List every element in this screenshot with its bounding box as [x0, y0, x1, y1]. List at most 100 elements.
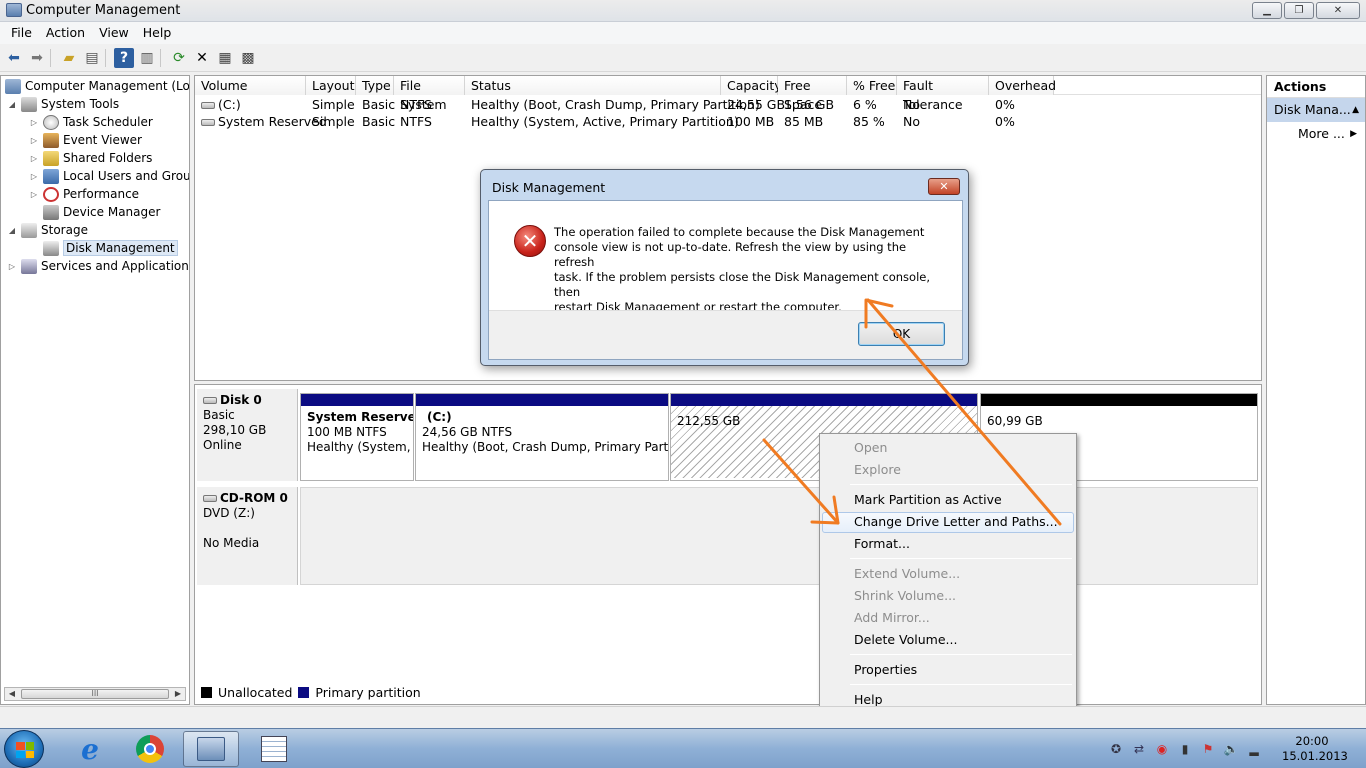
minimize-button[interactable]: ▁ — [1252, 2, 1282, 19]
tree-item-device-manager[interactable]: Device Manager — [43, 203, 160, 221]
maximize-button[interactable]: ❐ — [1284, 2, 1314, 19]
collapse-arrow-icon[interactable]: ◢ — [7, 100, 17, 109]
clock-date: 15.01.2013 — [1282, 749, 1348, 763]
properties-icon[interactable]: ▦ — [215, 48, 235, 68]
menu-mark-active[interactable]: Mark Partition as Active — [854, 492, 1002, 507]
tree-item-shared-folders[interactable]: ▷ Shared Folders — [29, 149, 152, 167]
tree-item-storage[interactable]: ◢ Storage — [7, 221, 88, 239]
expand-arrow-icon[interactable]: ▷ — [29, 190, 39, 199]
collapse-arrow-icon[interactable]: ◢ — [7, 226, 17, 235]
column-free-space[interactable]: Free Space — [778, 76, 847, 112]
menu-open[interactable]: Open — [854, 440, 887, 455]
menu-delete-volume[interactable]: Delete Volume... — [854, 632, 957, 647]
column-percent-free[interactable]: % Free — [847, 76, 897, 95]
record-icon[interactable]: ◉ — [1154, 741, 1170, 757]
menu-change-drive-letter[interactable]: Change Drive Letter and Paths... — [854, 514, 1058, 529]
menu-extend-volume[interactable]: Extend Volume... — [854, 566, 960, 581]
taskbar-internet-explorer[interactable]: e — [62, 731, 118, 767]
taskbar: e ✪ ⇄ ◉ ▮ ⚑ 🔈 ▂ 20:00 15.01.2013 — [0, 728, 1366, 768]
menu-format[interactable]: Format... — [854, 536, 910, 551]
battery-icon[interactable]: ▮ — [1177, 741, 1193, 757]
tree-item-computer-management[interactable]: Computer Management (Local — [5, 77, 189, 95]
menu-separator — [850, 484, 1072, 485]
menu-explore[interactable]: Explore — [854, 462, 901, 477]
column-type[interactable]: Type — [356, 76, 394, 95]
disk-0-label[interactable]: Disk 0 Basic 298,10 GB Online — [197, 389, 298, 481]
help-icon[interactable]: ? — [114, 47, 134, 68]
free-space-cell: 1,56 GB — [784, 97, 835, 112]
clock-time: 20:00 — [1295, 734, 1329, 748]
tree-item-services-applications[interactable]: ▷ Services and Applications — [7, 257, 189, 275]
taskbar-chrome[interactable] — [122, 731, 178, 767]
column-file-system[interactable]: File System — [394, 76, 465, 112]
start-button[interactable] — [4, 730, 44, 768]
column-capacity[interactable]: Capacity — [721, 76, 782, 95]
percent-free-cell: 85 % — [853, 114, 885, 129]
collapse-up-icon[interactable]: ▲ — [1352, 98, 1359, 122]
sync-icon[interactable]: ⇄ — [1131, 741, 1147, 757]
dialog-close-button[interactable]: ✕ — [928, 178, 960, 195]
column-layout[interactable]: Layout — [306, 76, 356, 95]
clock[interactable]: 20:00 15.01.2013 — [1282, 734, 1348, 764]
volume-row[interactable]: (C:) Simple Basic NTFS Healthy (Boot, Cr… — [195, 96, 1261, 113]
network-share-icon[interactable]: ✪ — [1108, 741, 1124, 757]
flag-icon[interactable]: ⚑ — [1200, 741, 1216, 757]
up-folder-icon[interactable]: ▰ — [59, 48, 79, 68]
menu-add-mirror[interactable]: Add Mirror... — [854, 610, 930, 625]
forward-icon[interactable]: ➡ — [27, 48, 47, 68]
tree-item-system-tools[interactable]: ◢ System Tools — [7, 95, 119, 113]
column-overhead[interactable]: Overhead — [989, 76, 1056, 95]
expand-arrow-icon[interactable]: ▷ — [7, 262, 17, 271]
back-icon[interactable]: ⬅ — [4, 48, 24, 68]
expand-arrow-icon[interactable]: ▷ — [29, 172, 39, 181]
scrollbar-thumb[interactable]: III — [21, 689, 169, 699]
taskbar-notepad[interactable] — [246, 731, 302, 767]
menu-view[interactable]: View — [92, 22, 136, 44]
volume-row[interactable]: System Reserved Simple Basic NTFS Health… — [195, 113, 1261, 130]
actions-disk-management[interactable]: Disk Mana... ▲ — [1267, 98, 1365, 122]
disk-0-status: Online — [203, 438, 242, 452]
submenu-arrow-icon: ▶ — [1350, 129, 1357, 139]
partition-c[interactable]: (C:) 24,56 GB NTFS Healthy (Boot, Crash … — [415, 393, 669, 481]
show-tree-icon[interactable]: ▤ — [82, 48, 102, 68]
tree-item-task-scheduler[interactable]: ▷ Task Scheduler — [29, 113, 153, 131]
signal-icon[interactable]: ▂ — [1246, 741, 1262, 757]
error-dialog: Disk Management ✕ ✕ The operation failed… — [480, 169, 969, 366]
partition-system-reserved[interactable]: System Reserved 100 MB NTFS Healthy (Sys… — [300, 393, 414, 481]
partition-title: (C:) — [427, 410, 452, 424]
scroll-right-icon[interactable]: ▶ — [171, 688, 185, 700]
delete-icon[interactable]: ✕ — [192, 48, 212, 68]
column-volume[interactable]: Volume — [195, 76, 306, 95]
close-button[interactable]: ✕ — [1316, 2, 1360, 19]
volume-icon[interactable]: 🔈 — [1223, 741, 1239, 757]
actions-more-label: More ... — [1298, 126, 1345, 141]
expand-arrow-icon[interactable]: ▷ — [29, 136, 39, 145]
partition-info: 212,55 GB — [671, 406, 977, 433]
action-pane-icon[interactable]: ▥ — [137, 48, 157, 68]
tree-horizontal-scrollbar[interactable]: ◀ III ▶ — [4, 687, 186, 701]
tree-item-local-users[interactable]: ▷ Local Users and Groups — [29, 167, 189, 185]
ok-button[interactable]: OK — [858, 322, 945, 346]
export-icon[interactable]: ▩ — [238, 48, 258, 68]
refresh-icon[interactable]: ⟳ — [169, 48, 189, 68]
menu-properties[interactable]: Properties — [854, 662, 917, 677]
event-viewer-icon — [43, 132, 59, 148]
menu-action[interactable]: Action — [39, 22, 92, 44]
percent-free-cell: 6 % — [853, 97, 877, 112]
expand-arrow-icon[interactable]: ▷ — [29, 118, 39, 127]
column-status[interactable]: Status — [465, 76, 721, 95]
menu-shrink-volume[interactable]: Shrink Volume... — [854, 588, 956, 603]
tree-item-disk-management[interactable]: Disk Management — [43, 239, 178, 257]
scroll-left-icon[interactable]: ◀ — [5, 688, 19, 700]
cdrom-0-label[interactable]: CD-ROM 0 DVD (Z:) No Media — [197, 487, 298, 585]
menu-help[interactable]: Help — [854, 692, 883, 707]
menu-separator — [850, 654, 1072, 655]
menu-file[interactable]: File — [4, 22, 39, 44]
menu-help[interactable]: Help — [136, 22, 179, 44]
actions-more[interactable]: More ... ▶ — [1267, 122, 1365, 146]
column-fault-tolerance[interactable]: Fault Tolerance — [897, 76, 989, 112]
taskbar-computer-management[interactable] — [183, 731, 239, 767]
tree-item-event-viewer[interactable]: ▷ Event Viewer — [29, 131, 142, 149]
tree-item-performance[interactable]: ▷ Performance — [29, 185, 139, 203]
expand-arrow-icon[interactable]: ▷ — [29, 154, 39, 163]
